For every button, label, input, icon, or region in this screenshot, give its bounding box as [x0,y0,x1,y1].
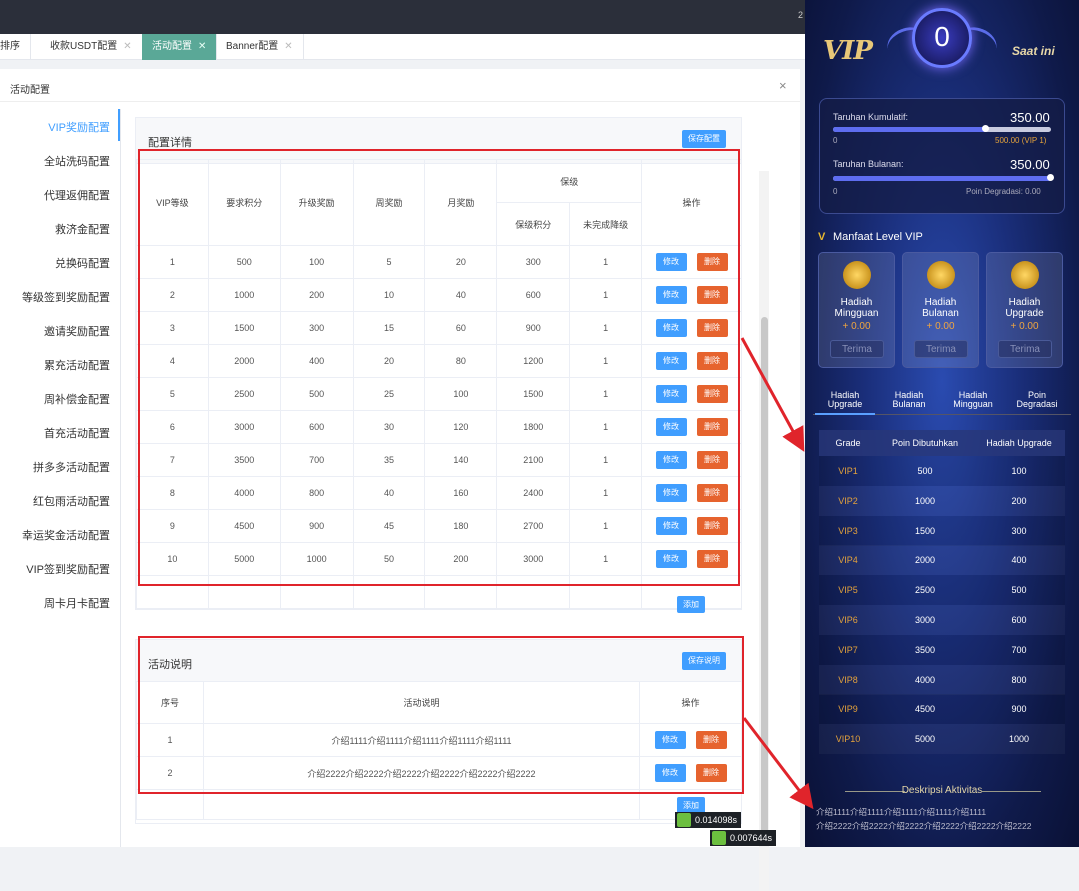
arrow [742,717,814,810]
arrow [740,337,805,452]
annotation-arrows [740,337,814,810]
